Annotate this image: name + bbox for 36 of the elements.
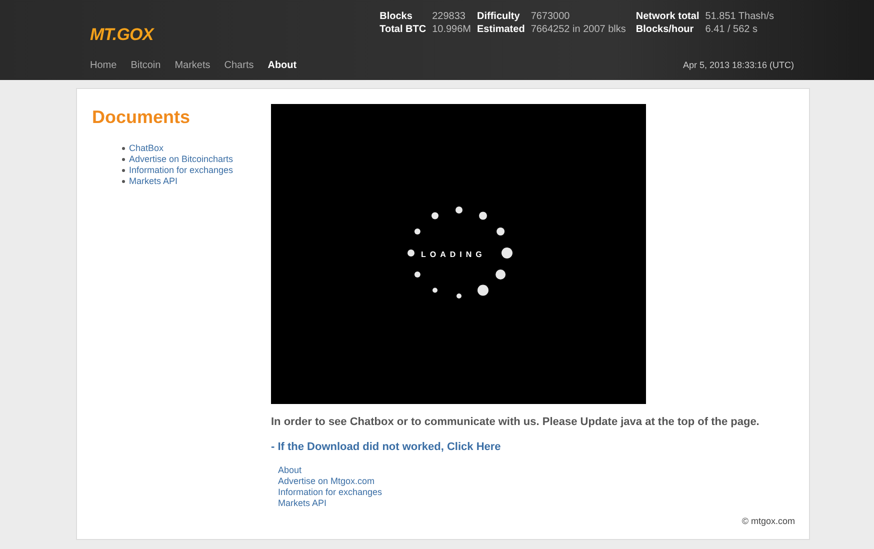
stat-value: 6.41 / 562 s bbox=[705, 23, 758, 36]
stat-value: 7664252 in 2007 blks bbox=[530, 23, 626, 36]
nav-link[interactable]: Markets bbox=[174, 58, 210, 73]
stat-value: 10.996M bbox=[432, 23, 472, 36]
bullet-icon bbox=[122, 158, 125, 161]
sidebar-link[interactable]: Advertise on Bitcoincharts bbox=[129, 154, 234, 165]
stat-label: Estimated bbox=[477, 23, 525, 36]
footer-link[interactable]: Advertise on Mtgox.com bbox=[278, 476, 795, 487]
nav-link[interactable]: Bitcoin bbox=[130, 58, 161, 73]
logo[interactable]: MT.GOX bbox=[90, 22, 154, 48]
nav-link[interactable]: Home bbox=[90, 58, 117, 73]
stat-value: 7673000 bbox=[530, 10, 571, 23]
bullet-icon bbox=[122, 147, 125, 150]
stat-label: Difficulty bbox=[477, 10, 521, 23]
download-link[interactable]: - If the Download did not worked, Click Here bbox=[271, 438, 795, 455]
nav-link[interactable]: Charts bbox=[224, 58, 254, 73]
footer-link[interactable]: Markets API bbox=[278, 498, 795, 509]
loading-text: LOADING bbox=[421, 249, 486, 261]
bullet-icon bbox=[122, 180, 125, 183]
stat-label: Blocks/hour bbox=[636, 23, 695, 36]
stat-value: 51.851 Thash/s bbox=[705, 10, 774, 23]
stat-label: Network total bbox=[636, 10, 700, 23]
footer-link[interactable]: Information for exchanges bbox=[278, 487, 795, 498]
stat-label: Total BTC bbox=[380, 23, 426, 36]
footer-link[interactable]: About bbox=[278, 465, 795, 476]
nav-link[interactable]: About bbox=[268, 58, 297, 73]
datetime: Apr 5, 2013 18:33:16 (UTC) bbox=[682, 58, 794, 72]
java-message: In order to see Chatbox or to communicate with us. Please Update java at the top of the page. bbox=[271, 415, 760, 430]
bullet-icon bbox=[122, 169, 125, 172]
stat-value: 229833 bbox=[432, 10, 466, 23]
sidebar-title: Documents bbox=[92, 106, 192, 129]
sidebar-link[interactable]: Information for exchanges bbox=[129, 165, 234, 176]
copyright: © mtgox.com bbox=[742, 515, 795, 528]
sidebar-link[interactable]: Markets API bbox=[129, 176, 178, 187]
stat-label: Blocks bbox=[380, 10, 414, 23]
sidebar-link[interactable]: ChatBox bbox=[129, 143, 164, 154]
